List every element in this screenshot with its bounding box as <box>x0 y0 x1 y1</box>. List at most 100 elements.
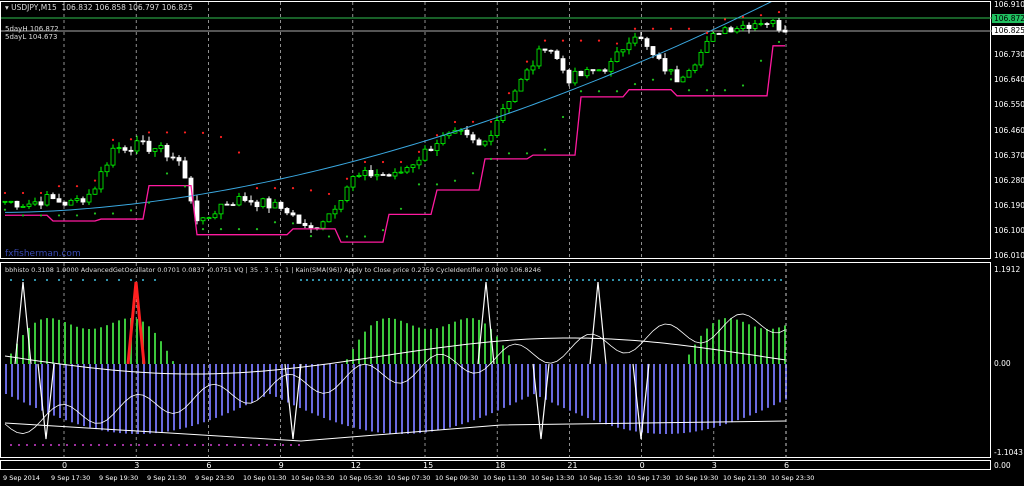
histogram-bar-blue <box>95 364 97 430</box>
candle-body <box>488 135 494 142</box>
candle-body <box>368 170 374 177</box>
signal-dot-bottom <box>290 444 292 446</box>
price-tick: 106.100 <box>994 225 1024 235</box>
resistance-dot <box>417 150 421 153</box>
histogram-bar-green <box>94 328 96 364</box>
support-dot <box>3 208 7 211</box>
candle-body <box>104 164 110 173</box>
price-chart[interactable] <box>0 1 992 260</box>
histogram-bar-blue <box>605 364 607 425</box>
histogram-bar-blue <box>497 364 499 411</box>
support-dot <box>237 227 241 231</box>
signal-dot-top <box>600 279 602 281</box>
support-dot <box>183 185 187 188</box>
resistance-dot <box>597 39 601 42</box>
indicator-pane[interactable] <box>0 262 991 459</box>
histogram-bar-green <box>148 326 150 364</box>
signal-dot-top <box>630 279 632 281</box>
histogram-bar-blue <box>575 364 577 414</box>
histogram-bar-green <box>136 318 138 364</box>
histogram-bar-blue <box>557 364 559 406</box>
signal-dot-top <box>82 279 84 281</box>
histogram-bar-blue <box>17 364 19 400</box>
support-dot <box>57 214 61 217</box>
histogram-bar-blue <box>209 364 211 421</box>
candle-body <box>152 148 158 152</box>
signal-dot-bottom <box>130 444 132 446</box>
hour-label: 9 <box>278 461 284 470</box>
resistance-dot <box>759 14 763 17</box>
candle-body <box>8 200 14 203</box>
histogram-bar-green <box>766 328 768 364</box>
resistance-dot <box>561 39 565 42</box>
histogram-bar-blue <box>371 364 373 432</box>
signal-dot-top <box>750 279 752 281</box>
candle-body <box>236 196 242 206</box>
candle-body <box>734 28 740 33</box>
candle-body <box>620 49 626 53</box>
support-dot <box>381 229 385 232</box>
signal-dot-top <box>360 279 362 281</box>
hour-label: 3 <box>134 461 140 470</box>
date-label: 9 Sep 19:30 <box>99 474 139 482</box>
signal-dot-top <box>324 279 326 281</box>
resistance-dot <box>615 42 619 45</box>
price-tick: 106.370 <box>994 150 1024 160</box>
candle-body <box>548 49 554 52</box>
histogram-bar-green <box>466 318 468 364</box>
support-dot <box>741 84 745 87</box>
signal-dot-bottom <box>250 444 252 446</box>
candle-body <box>272 201 278 209</box>
candle-body <box>464 129 470 136</box>
histogram-bar-green <box>82 328 84 364</box>
histogram-bar-blue <box>611 364 613 427</box>
candle-body <box>122 147 128 151</box>
resistance-dot <box>669 27 673 30</box>
candle-body <box>110 147 116 166</box>
date-label: 9 Sep 17:30 <box>51 474 91 482</box>
histogram-bar-green <box>736 319 738 364</box>
histogram-bar-green <box>40 319 42 364</box>
candle-body <box>566 69 572 84</box>
signal-dot-top <box>768 279 770 281</box>
histogram-bar-green <box>688 354 690 364</box>
histogram-bar-green <box>352 348 354 364</box>
signal-dot-bottom <box>258 444 260 446</box>
signal-dot-top <box>696 279 698 281</box>
candle-body <box>74 198 80 201</box>
signal-dot-top <box>708 279 710 281</box>
resistance-dot <box>111 138 115 141</box>
candle-body <box>158 144 164 150</box>
resistance-dot <box>57 185 61 188</box>
resistance-dot <box>489 120 493 123</box>
resistance-dot <box>543 39 547 42</box>
candle-body <box>344 186 350 201</box>
candle-body <box>32 201 38 205</box>
signal-dot-top <box>354 279 356 281</box>
support-dot <box>561 115 565 119</box>
signal-dot-top <box>34 279 36 281</box>
moving-average-line <box>4 2 772 213</box>
histogram-bar-green <box>712 323 714 364</box>
signal-dot-bottom <box>122 444 124 446</box>
hour-label: 12 <box>350 461 361 470</box>
histogram-bar-blue <box>431 364 433 432</box>
signal-dot-top <box>342 279 344 281</box>
histogram-bar-blue <box>167 364 169 432</box>
hour-label: 15 <box>423 461 434 470</box>
signal-dot-top <box>732 279 734 281</box>
signal-dot-top <box>348 279 350 281</box>
histogram-bar-blue <box>143 364 145 434</box>
signal-dot-top <box>106 279 108 281</box>
resistance-dot <box>291 187 295 190</box>
candle-body <box>92 188 98 195</box>
signal-dot-top <box>318 279 320 281</box>
histogram-bar-blue <box>365 364 367 431</box>
candle-body <box>266 198 272 209</box>
histogram-bar-blue <box>521 364 523 400</box>
signal-dot-top <box>762 279 764 281</box>
support-dot <box>525 152 529 155</box>
resistance-dot <box>453 120 457 124</box>
candle-body <box>638 36 644 40</box>
histogram-bar-green <box>400 320 402 364</box>
